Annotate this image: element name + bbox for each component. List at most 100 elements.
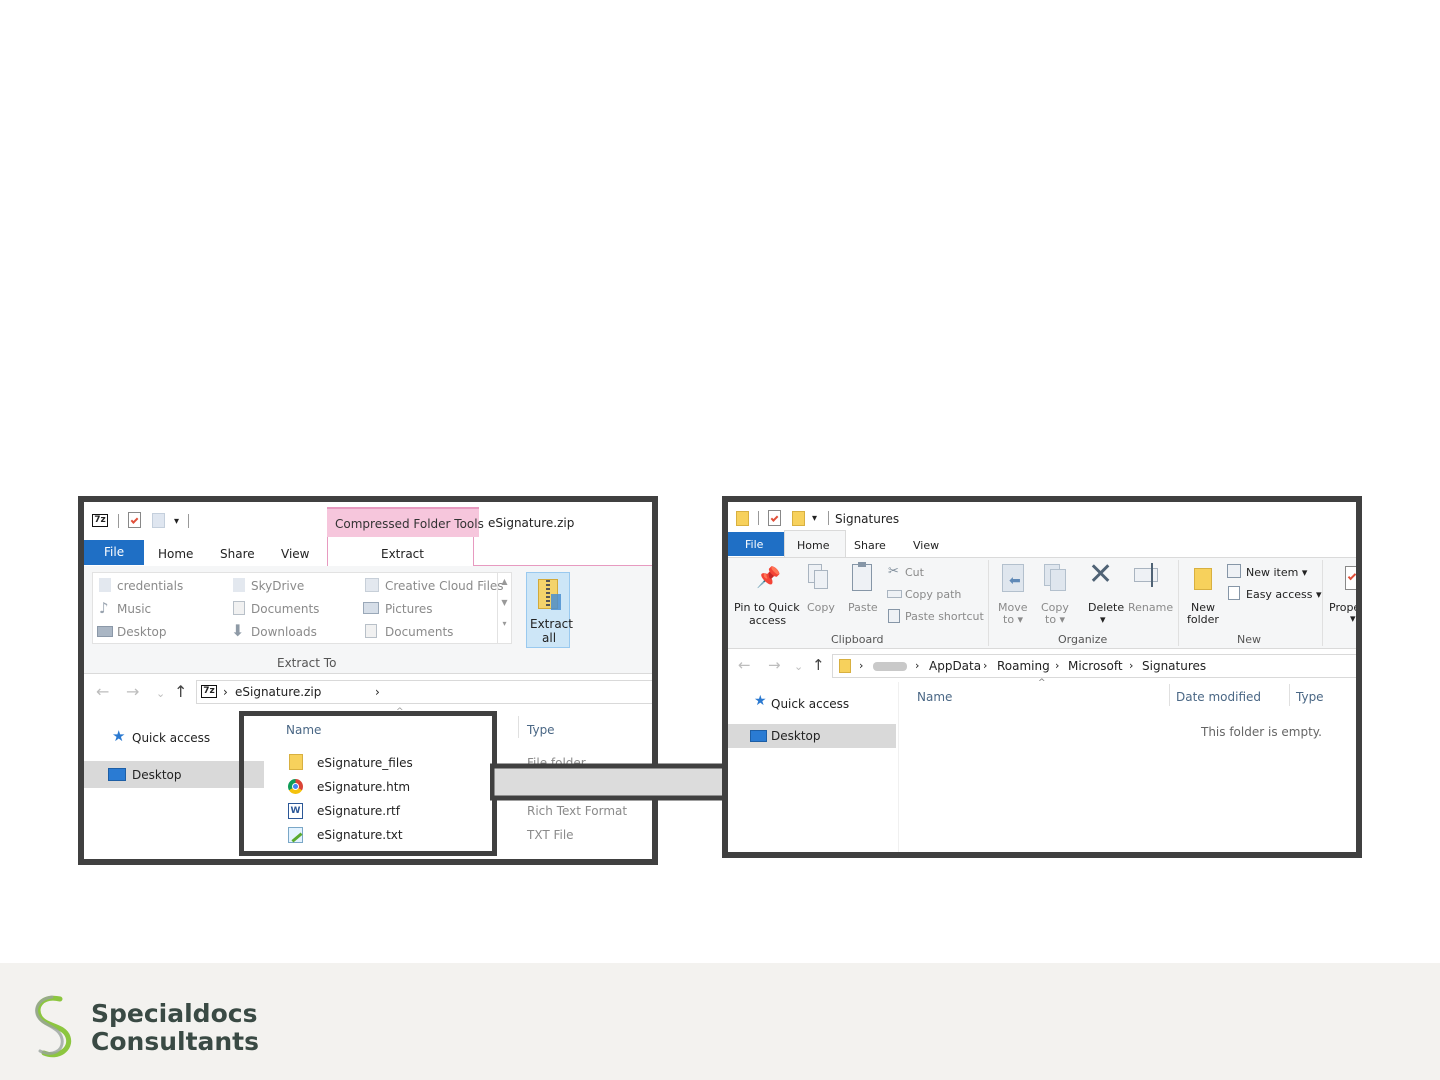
pin-to-quick-access-button[interactable]: Pin to Quick <box>734 601 800 614</box>
nav-desktop[interactable]: Desktop <box>728 724 896 748</box>
nav-quick-access[interactable]: Quick access <box>771 697 849 711</box>
extract-to-item[interactable]: Documents <box>385 625 453 639</box>
address-bar[interactable]: › › AppData › Roaming › Microsoft › Sign… <box>832 654 1356 678</box>
quick-access-toolbar: 7z ▾ <box>92 512 202 530</box>
specialdocs-logo-icon <box>35 995 72 1058</box>
pictures-icon <box>363 602 379 614</box>
up-button[interactable]: ↑ <box>174 682 187 701</box>
up-button[interactable]: ↑ <box>812 656 825 674</box>
tab-file[interactable]: File <box>728 532 784 556</box>
nav-desktop[interactable]: Desktop <box>84 761 264 788</box>
window-title: eSignature.zip <box>488 516 575 530</box>
column-header-type[interactable]: Type <box>527 723 555 737</box>
breadcrumb-separator: › <box>223 685 228 699</box>
easy-access-button[interactable]: Easy access ▾ <box>1246 588 1322 601</box>
new-folder-icon[interactable] <box>152 513 165 528</box>
toolbar-separator <box>828 511 829 525</box>
files-highlight-box <box>239 711 497 856</box>
nav-quick-access[interactable]: Quick access <box>132 731 210 745</box>
recent-locations-button[interactable]: ⌄ <box>156 687 165 700</box>
delete-icon: ✕ <box>1088 557 1114 592</box>
file-type: TXT File <box>527 828 574 842</box>
extract-all-label: all <box>542 631 557 645</box>
tab-home[interactable]: Home <box>784 530 846 558</box>
breadcrumb-separator: › <box>1055 659 1060 672</box>
delete-button[interactable]: Delete <box>1088 601 1124 614</box>
column-header-type[interactable]: Type <box>1296 690 1324 704</box>
toolbar-separator <box>758 511 759 525</box>
extract-to-item[interactable]: Creative Cloud Files <box>385 579 504 593</box>
extract-to-item[interactable]: Desktop <box>117 625 167 639</box>
extract-to-item[interactable]: SkyDrive <box>251 579 304 593</box>
move-to-icon: ⬅ <box>1002 564 1024 592</box>
group-divider <box>1322 560 1323 646</box>
7zip-app-icon: 7z <box>201 685 217 698</box>
copy-button[interactable]: Copy <box>807 601 835 614</box>
cut-icon: ✂ <box>888 564 899 579</box>
copy-to-icon <box>1044 564 1066 592</box>
new-item-icon <box>1227 564 1241 578</box>
rename-icon <box>1134 563 1158 587</box>
new-folder-icon[interactable] <box>792 511 805 526</box>
breadcrumb-separator: › <box>375 685 380 699</box>
column-header-date-modified[interactable]: Date modified <box>1176 690 1261 704</box>
customize-toolbar-icon[interactable]: ▾ <box>174 516 179 527</box>
new-folder-label: folder <box>1187 613 1219 626</box>
cut-button[interactable]: Cut <box>905 566 924 579</box>
extract-to-item[interactable]: Documents <box>251 602 319 616</box>
tab-home[interactable]: Home <box>158 547 193 561</box>
paste-shortcut-button[interactable]: Paste shortcut <box>905 610 984 623</box>
forward-button[interactable]: → <box>126 682 139 701</box>
breadcrumb-item[interactable]: eSignature.zip <box>235 685 321 699</box>
breadcrumb-separator: › <box>915 659 920 672</box>
quick-access-toolbar: ▾ <box>736 510 846 528</box>
forward-button[interactable]: → <box>768 656 781 674</box>
breadcrumb-item[interactable]: Signatures <box>1142 659 1206 673</box>
tab-share[interactable]: Share <box>220 547 255 561</box>
copy-to-label: to ▾ <box>1045 613 1066 626</box>
extract-to-item[interactable]: Downloads <box>251 625 317 639</box>
extract-to-item[interactable]: Pictures <box>385 602 433 616</box>
address-bar[interactable]: 7z › eSignature.zip › <box>196 680 652 704</box>
toolbar-separator <box>188 514 189 528</box>
new-folder-icon <box>1194 568 1212 590</box>
tab-view[interactable]: View <box>281 547 309 561</box>
tab-view[interactable]: View <box>913 539 939 552</box>
clipboard-group-label: Clipboard <box>831 633 884 646</box>
contextual-tab-group: Compressed Folder Tools <box>327 507 484 537</box>
tab-extract[interactable]: Extract <box>327 537 474 566</box>
properties-icon[interactable] <box>768 510 781 526</box>
copy-path-button[interactable]: Copy path <box>905 588 961 601</box>
quick-access-pin-icon: ★ <box>754 693 767 709</box>
new-item-button[interactable]: New item ▾ <box>1246 566 1307 579</box>
gallery-scrollbar[interactable]: ▲ ▼ ▾ <box>497 573 511 643</box>
back-button[interactable]: ← <box>96 682 109 701</box>
rename-button[interactable]: Rename <box>1128 601 1173 614</box>
group-divider <box>1178 560 1179 646</box>
paste-button[interactable]: Paste <box>848 601 878 614</box>
toolbar-separator <box>118 514 119 528</box>
breadcrumb-item[interactable]: Microsoft <box>1068 659 1123 673</box>
properties-icon[interactable] <box>128 512 141 528</box>
extract-to-item[interactable]: credentials <box>117 579 183 593</box>
extract-all-button[interactable]: Extract all <box>526 572 573 648</box>
column-header-name[interactable]: Name <box>917 690 952 704</box>
download-icon: ⬇ <box>231 621 245 640</box>
recent-locations-button[interactable]: ⌄ <box>794 660 803 673</box>
tab-file-label: File <box>745 538 764 551</box>
brand-name-line-1: Specialdocs <box>91 999 258 1028</box>
tab-file-label: File <box>104 545 125 559</box>
properties-dropdown[interactable]: ▾ <box>1350 612 1356 625</box>
customize-toolbar-icon[interactable]: ▾ <box>812 513 817 524</box>
folder-icon <box>99 578 111 592</box>
extract-to-item[interactable]: Music <box>117 602 151 616</box>
tab-share[interactable]: Share <box>854 539 886 552</box>
delete-dropdown[interactable]: ▾ <box>1100 613 1106 626</box>
breadcrumb-item[interactable]: AppData <box>929 659 981 673</box>
empty-folder-message: This folder is empty. <box>1201 725 1322 739</box>
desktop-icon <box>750 730 767 742</box>
breadcrumb-item[interactable]: Roaming <box>997 659 1050 673</box>
back-button[interactable]: ← <box>738 656 751 674</box>
tab-file[interactable]: File <box>84 540 144 565</box>
blurred-user-name <box>873 662 907 671</box>
